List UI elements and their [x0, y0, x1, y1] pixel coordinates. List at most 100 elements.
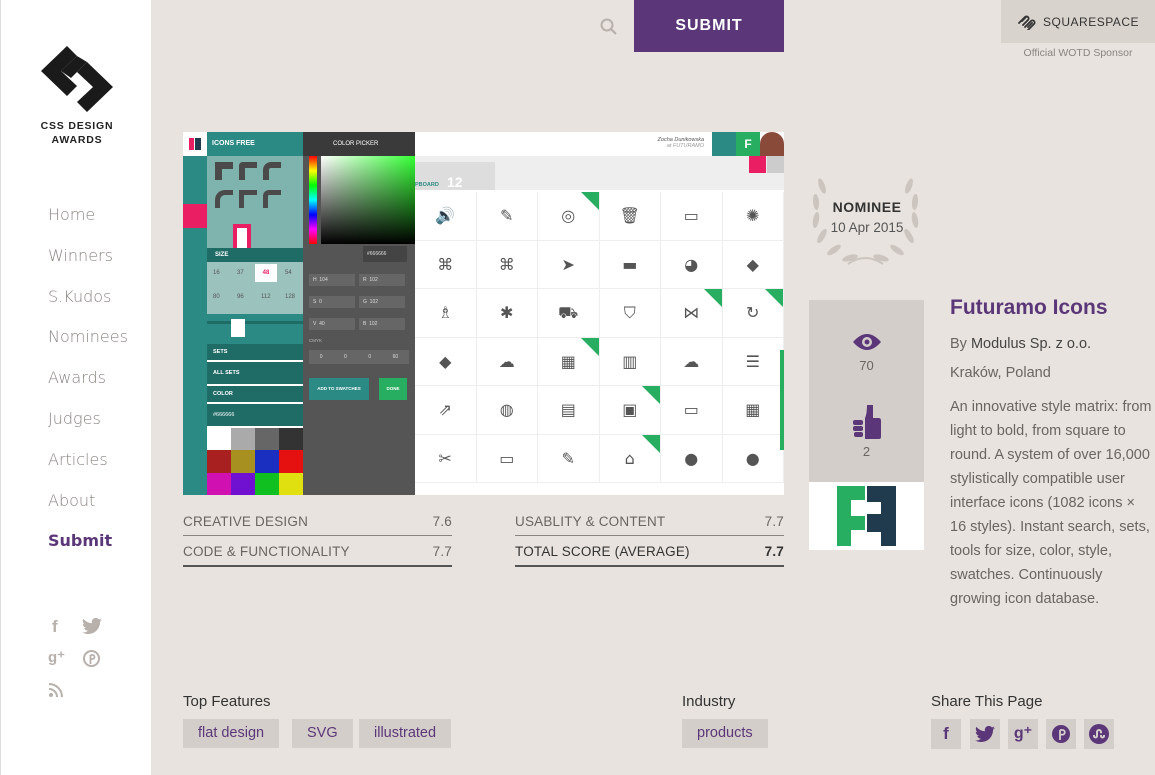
preview-icon-cell: 🔊: [415, 192, 477, 241]
preview-icon-cell: ✎: [476, 192, 538, 241]
facebook-icon[interactable]: f: [52, 617, 58, 637]
rss-icon[interactable]: [48, 682, 64, 698]
nav-item-winners[interactable]: Winners: [48, 246, 128, 287]
nav-item-about[interactable]: About: [48, 491, 128, 532]
preview-size-grid: 16 37 48 54 80 96 112 128: [207, 262, 303, 314]
nav-item-awards[interactable]: Awards: [48, 368, 128, 409]
score-total: TOTAL SCORE (AVERAGE) 7.7: [515, 535, 784, 567]
preview-icon-cell: ◆: [722, 240, 784, 289]
search-icon[interactable]: [600, 18, 618, 36]
preview-icon-cell: ⛟: [538, 289, 600, 338]
futuramo-logo: [837, 486, 896, 546]
features-title: Top Features: [183, 693, 271, 710]
preview-size-label: SIZE: [207, 248, 303, 262]
site-logo[interactable]: [809, 482, 924, 550]
score-creative: CREATIVE DESIGN 7.6: [183, 504, 452, 536]
preview-icon-cell: ↻: [722, 289, 784, 338]
preview-icon-cell: ☰: [722, 337, 784, 386]
nav-item-skudos[interactable]: S.Kudos: [48, 287, 128, 328]
preview-rail-active: [183, 204, 207, 228]
preview-icon-cell: ●: [661, 434, 723, 483]
google-plus-icon[interactable]: g⁺: [48, 648, 65, 666]
preview-icon-cell: ▤: [538, 386, 600, 435]
preview-logo: [183, 132, 207, 156]
tag-illustrated[interactable]: illustrated: [359, 719, 452, 748]
preview-icon-grid: 🔊 ✎ ◎ 🗑 ▭ ✺ ⌘ ⌘ ➤ ▬ ◕ ◆ ♗ ✱ ⛟ ⛉ ⋈ ↻ ◆ ☁ ▦ ▥ ☁ ☰ ⇗ ◍ ▤ ▣ ▭ ▦ ✂ ▭ ✎ ⌂ ● ●: [415, 192, 784, 495]
preview-icon-cell: ☁: [661, 337, 723, 386]
nav-item-articles[interactable]: Articles: [48, 450, 128, 491]
preview-icon-cell: ◎: [538, 192, 600, 241]
preview-icon-cell: ✎: [538, 434, 600, 483]
tag-svg[interactable]: SVG: [292, 719, 353, 748]
sponsor-caption: Official WOTD Sponsor: [1023, 47, 1133, 59]
preview-icon-cell: ✺: [722, 192, 784, 241]
preview-icon-cell: ⛉: [599, 289, 661, 338]
preview-icon-rail: [183, 132, 207, 495]
logo-text: CSS DESIGN AWARDS: [40, 120, 114, 146]
nav-item-nominees[interactable]: Nominees: [48, 327, 128, 368]
twitter-icon[interactable]: [82, 618, 102, 634]
squarespace-icon: [1018, 15, 1036, 30]
preview-icon-cell: ⌘: [415, 240, 477, 289]
preview-icon-cell: ☁: [476, 337, 538, 386]
preview-icon-cell: ⌘: [476, 240, 538, 289]
main-nav: Home Winners S.Kudos Nominees Awards Jud…: [48, 205, 128, 572]
preview-icon-cell: ▭: [661, 192, 723, 241]
preview-slider: [207, 314, 303, 344]
preview-icon-cell: ▦: [722, 386, 784, 435]
nominee-date: 10 Apr 2015: [830, 220, 904, 235]
preview-icon-cell: ▣: [599, 386, 661, 435]
preview-icon-cell: ◆: [415, 337, 477, 386]
preview-swatches: [207, 428, 303, 495]
submit-button[interactable]: SUBMIT: [634, 0, 784, 52]
author-link[interactable]: Modulus Sp. z o.o.: [971, 336, 1091, 352]
sidebar: CSS DESIGN AWARDS Home Winners S.Kudos N…: [0, 0, 151, 775]
stats-box: 70 2: [809, 300, 924, 482]
css-design-awards-logo[interactable]: [41, 46, 113, 112]
preview-icon-cell: ▬: [599, 240, 661, 289]
share-pinterest-icon[interactable]: [1046, 719, 1076, 749]
site-title[interactable]: Futuramo Icons: [950, 296, 1108, 320]
preview-icon-cell: ⇗: [415, 386, 477, 435]
score-code: CODE & FUNCTIONALITY 7.7: [183, 535, 452, 567]
preview-icon-cell: ⌂: [599, 434, 661, 483]
pinterest-icon[interactable]: [83, 650, 100, 667]
share-google-plus-icon[interactable]: g⁺: [1008, 719, 1038, 749]
preview-icon-cell: ▥: [599, 337, 661, 386]
preview-app-title: ICONS FREE: [207, 132, 303, 156]
share-stumbleupon-icon[interactable]: [1084, 719, 1114, 749]
score-usability: USABLITY & CONTENT 7.7: [515, 504, 784, 536]
preview-icon-cell: ✂: [415, 434, 477, 483]
preview-icon-cell: ◕: [661, 240, 723, 289]
thumbs-up-icon[interactable]: [853, 404, 881, 440]
preview-shape-grid: [207, 156, 303, 248]
site-location: Kraków, Poland: [950, 365, 1051, 381]
nav-item-submit[interactable]: Submit: [48, 531, 128, 572]
eye-icon[interactable]: [852, 332, 882, 352]
site-preview-image[interactable]: ICONS FREE SIZE 16 37 48 54 80 96 112 12…: [183, 132, 784, 495]
nominee-title: NOMINEE: [832, 199, 902, 215]
site-description: An innovative style matrix: from light t…: [950, 399, 1152, 607]
sponsor-badge[interactable]: SQUARESPACE: [1001, 0, 1155, 43]
industry-title: Industry: [682, 693, 736, 710]
share-twitter-icon[interactable]: [970, 719, 1000, 749]
share-facebook-icon[interactable]: f: [931, 719, 961, 749]
site-author: By Modulus Sp. z o.o.: [950, 336, 1092, 352]
preview-icon-cell: ♗: [415, 289, 477, 338]
preview-color-picker: COLOR PICKER #666666 H 104 R 102 S 0 G 1…: [303, 132, 415, 495]
sponsor-name: SQUARESPACE: [1043, 14, 1139, 29]
preview-icon-cell: ✱: [476, 289, 538, 338]
preview-icon-cell: ▭: [476, 434, 538, 483]
preview-user-header: Zocha Dunikowska at FUTURAMO F: [415, 132, 784, 156]
share-title: Share This Page: [931, 693, 1043, 710]
likes-count: 2: [862, 444, 871, 459]
preview-icon-cell: ●: [722, 434, 784, 483]
nav-item-judges[interactable]: Judges: [48, 409, 128, 450]
preview-icon-cell: ◍: [476, 386, 538, 435]
nav-item-home[interactable]: Home: [48, 205, 128, 246]
tag-products[interactable]: products: [682, 719, 768, 748]
preview-icon-cell: 🗑: [599, 192, 661, 241]
views-count: 70: [859, 358, 874, 373]
preview-icon-cell: ▦: [538, 337, 600, 386]
tag-flat-design[interactable]: flat design: [183, 719, 280, 748]
